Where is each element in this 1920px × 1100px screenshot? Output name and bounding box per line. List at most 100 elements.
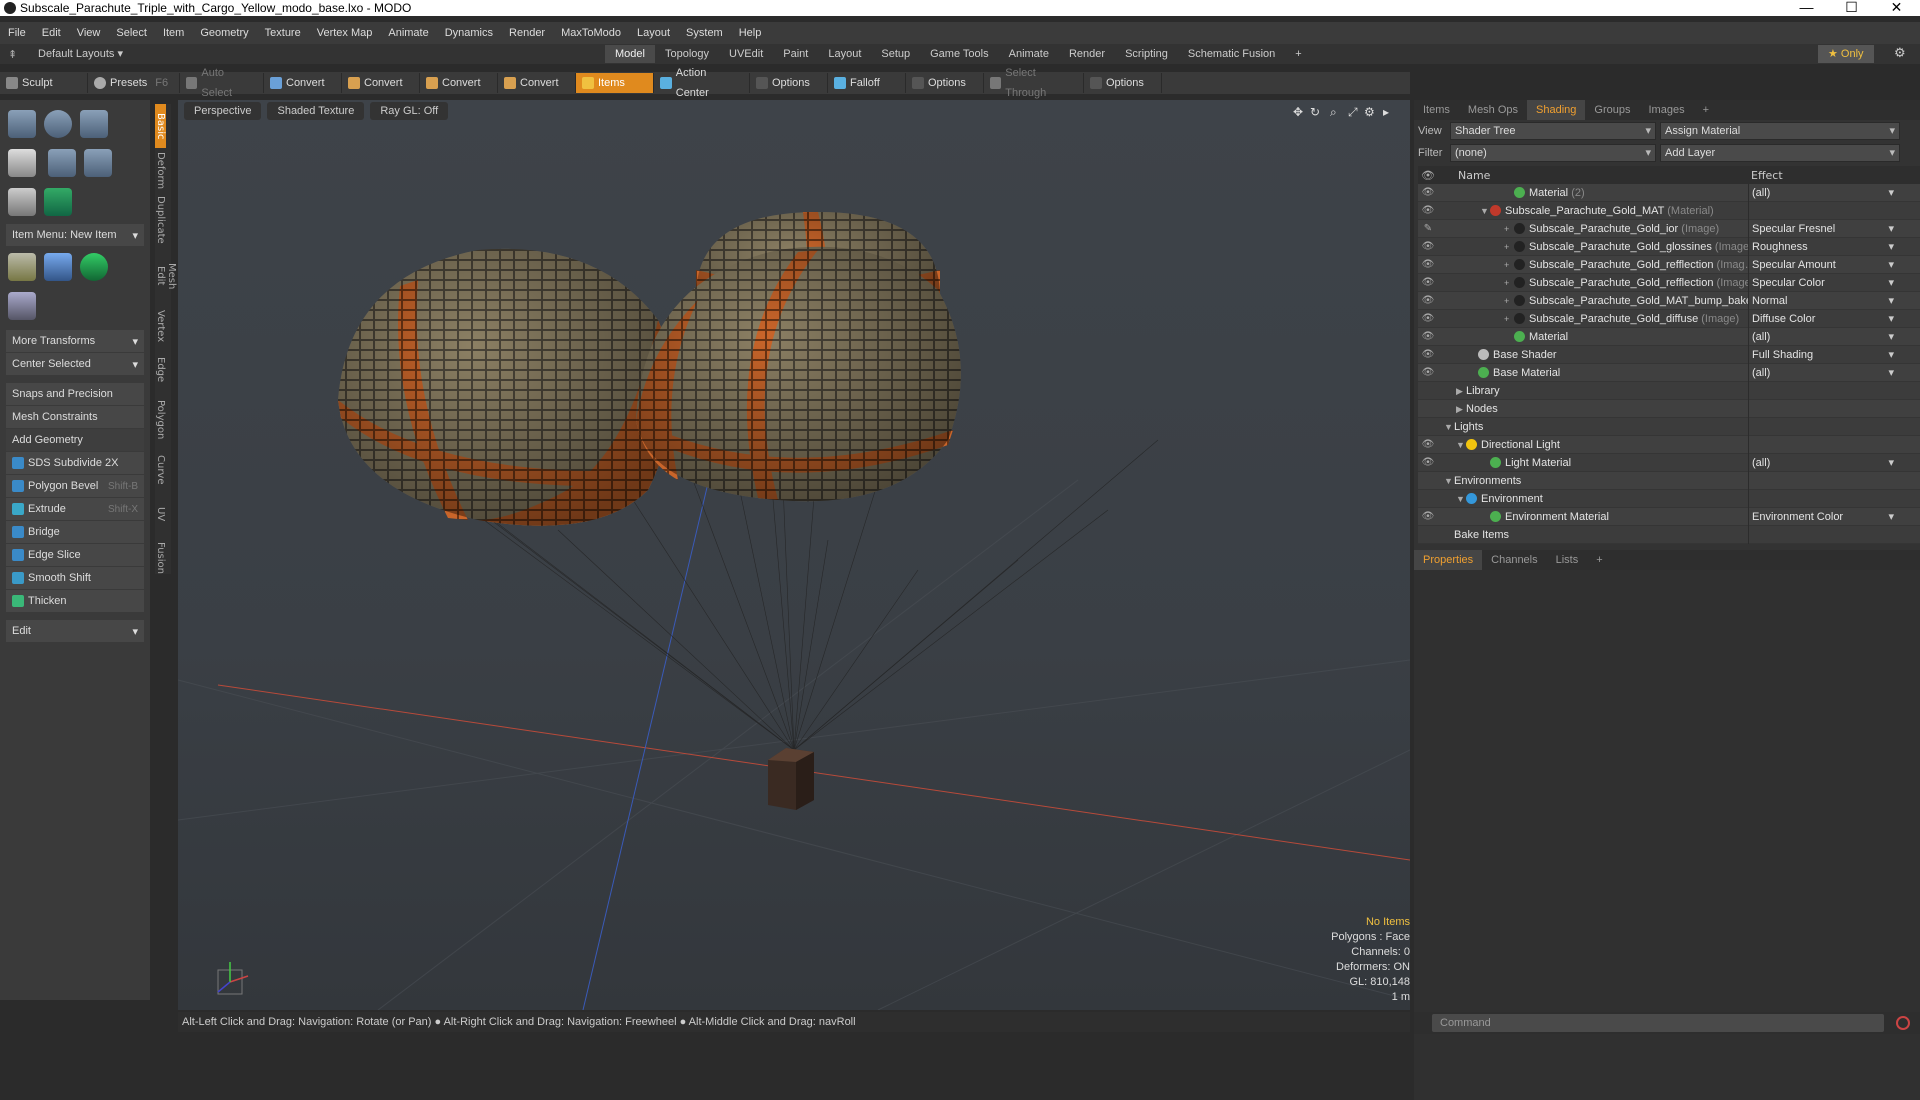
shader-tree-row[interactable]: 👁 Environment Material Environment Color [1418, 507, 1920, 526]
menu-dynamics[interactable]: Dynamics [437, 27, 501, 39]
tool-bridge[interactable]: Bridge [6, 521, 144, 543]
cube-icon[interactable] [8, 110, 36, 138]
visibility-toggle-icon[interactable]: 👁 [1418, 259, 1438, 270]
shader-tree-row[interactable]: 👁 Material (all) [1418, 327, 1920, 346]
toolbar-falloff-button[interactable]: Falloff [828, 73, 906, 93]
menu-select[interactable]: Select [108, 27, 155, 39]
shader-tree-row[interactable]: 👁 Base Material (all) [1418, 363, 1920, 382]
properties-tab-add[interactable]: + [1587, 550, 1611, 570]
presets-button[interactable]: Presets F6 [88, 73, 180, 93]
expand-toggle-icon[interactable]: ▼ [1444, 476, 1454, 486]
shader-tree-row[interactable]: 👁 + Subscale_Parachute_Gold_refflection (I… [1418, 273, 1920, 292]
add-geometry-header[interactable]: Add Geometry [6, 429, 144, 451]
visibility-toggle-icon[interactable]: 👁 [1418, 331, 1438, 342]
sphere-icon[interactable] [44, 110, 72, 138]
tool-polygon-bevel[interactable]: Polygon Bevel Shift-B [6, 475, 144, 497]
visibility-toggle-icon[interactable]: 👁 [1418, 295, 1438, 306]
orbit-icon[interactable]: ↻ [1310, 105, 1320, 119]
command-input[interactable]: Command [1432, 1014, 1884, 1032]
sculpt-button[interactable]: Sculpt [0, 73, 88, 93]
layout-tab-setup[interactable]: Setup [871, 45, 920, 63]
effect-column-header[interactable]: Effect [1748, 169, 1898, 182]
menu-vertex-map[interactable]: Vertex Map [309, 27, 381, 39]
toolbar-convert-button[interactable]: Convert [420, 73, 498, 93]
layout-arrow-icon[interactable]: ⇞ [8, 48, 20, 61]
layout-tab-topology[interactable]: Topology [655, 45, 719, 63]
center-selected-dropdown[interactable]: Center Selected ▾ [6, 353, 144, 375]
vtab-edge[interactable]: Edge [155, 348, 166, 392]
expand-toggle-icon[interactable]: + [1504, 242, 1514, 252]
layout-tab-uvedit[interactable]: UVEdit [719, 45, 773, 63]
shader-tree-row[interactable]: 👁 ▼ Directional Light [1418, 435, 1920, 454]
shader-tree-row[interactable]: 👁 Light Material (all) [1418, 453, 1920, 472]
edit-dropdown[interactable]: Edit ▾ [6, 620, 144, 642]
toolbar-action-center-button[interactable]: Action Center [654, 67, 750, 99]
shader-tree-row[interactable]: ✎ + Subscale_Parachute_Gold_ior (Image) Spe… [1418, 219, 1920, 238]
vtab-curve[interactable]: Curve [155, 448, 166, 492]
tool-thicken[interactable]: Thicken [6, 590, 144, 612]
cylinder-icon[interactable] [80, 110, 108, 138]
effect-dropdown[interactable]: (all) [1748, 363, 1898, 382]
shading-mode-button[interactable]: Shaded Texture [267, 102, 365, 120]
menu-layout[interactable]: Layout [629, 27, 678, 39]
assign-material-dropdown[interactable]: Assign Material [1660, 122, 1900, 140]
vtab-fusion[interactable]: Fusion [155, 536, 166, 580]
raygl-button[interactable]: Ray GL: Off [370, 102, 449, 120]
vtab-polygon[interactable]: Polygon [155, 392, 166, 448]
vtab-duplicate[interactable]: Duplicate [155, 192, 166, 248]
grid-icon[interactable] [44, 253, 72, 281]
tool-smooth-shift[interactable]: Smooth Shift [6, 567, 144, 589]
effect-dropdown[interactable]: Diffuse Color [1748, 309, 1898, 328]
layout-tab-animate[interactable]: Animate [999, 45, 1059, 63]
view-dropdown[interactable]: Shader Tree [1450, 122, 1656, 140]
menu-edit[interactable]: Edit [34, 27, 69, 39]
visibility-toggle-icon[interactable]: 👁 [1418, 439, 1438, 450]
expand-toggle-icon[interactable]: ▼ [1456, 440, 1466, 450]
layout-tab-scripting[interactable]: Scripting [1115, 45, 1178, 63]
shader-tree-row[interactable]: 👁 + Subscale_Parachute_Gold_refflection (I… [1418, 255, 1920, 274]
maximize-button[interactable]: ☐ [1829, 0, 1874, 16]
layout-tab-game-tools[interactable]: Game Tools [920, 45, 999, 63]
effect-dropdown[interactable] [1748, 201, 1898, 220]
toolbar-options-button[interactable]: Options [906, 73, 984, 93]
zoom-icon[interactable]: ⌕ [1330, 105, 1337, 119]
effect-dropdown[interactable]: Full Shading [1748, 345, 1898, 364]
menu-render[interactable]: Render [501, 27, 553, 39]
visibility-toggle-icon[interactable]: 👁 [1418, 349, 1438, 360]
close-button[interactable]: ✕ [1874, 0, 1919, 16]
expand-toggle-icon[interactable]: + [1504, 314, 1514, 324]
toolbar-auto-select-button[interactable]: Auto Select [180, 67, 264, 99]
effect-dropdown[interactable]: Normal [1748, 291, 1898, 310]
expand-toggle-icon[interactable]: ▼ [1456, 494, 1466, 504]
effect-dropdown[interactable] [1748, 489, 1898, 508]
shader-tree-row[interactable]: ▼Environments [1418, 471, 1920, 490]
effect-dropdown[interactable] [1748, 399, 1898, 418]
3d-viewport[interactable]: ✥ ↻ ⌕ ⤢ ⚙ ▸ [178, 100, 1410, 1010]
torus-icon[interactable] [47, 149, 76, 177]
vtab-basic[interactable]: Basic [155, 104, 166, 148]
menu-item[interactable]: Item [155, 27, 192, 39]
menu-help[interactable]: Help [731, 27, 770, 39]
name-column-header[interactable]: Name [1438, 169, 1748, 182]
toolbar-options-button[interactable]: Options [1084, 73, 1162, 93]
toolbar-select-through-button[interactable]: Select Through [984, 67, 1084, 99]
filter-dropdown[interactable]: (none) [1450, 144, 1656, 162]
visibility-toggle-icon[interactable]: 👁 [1418, 511, 1438, 522]
layout-tab-add[interactable]: + [1285, 45, 1311, 63]
layout-tab-schematic-fusion[interactable]: Schematic Fusion [1178, 45, 1285, 63]
record-icon[interactable] [1896, 1016, 1910, 1030]
shader-tree-row[interactable]: 👁 ▼ Subscale_Parachute_Gold_MAT (Material) [1418, 201, 1920, 220]
vtab-vertex[interactable]: Vertex [155, 304, 166, 348]
effect-dropdown[interactable] [1748, 525, 1898, 544]
shader-tree-row[interactable]: ▶ Library [1418, 381, 1920, 400]
vtab-uv[interactable]: UV [155, 492, 166, 536]
shader-tree-row[interactable]: 👁 Material (2) (all) [1418, 184, 1920, 202]
effect-dropdown[interactable]: Specular Fresnel [1748, 219, 1898, 238]
effect-dropdown[interactable]: (all) [1748, 453, 1898, 472]
menu-view[interactable]: View [69, 27, 109, 39]
expand-toggle-icon[interactable]: ▶ [1456, 404, 1466, 415]
visibility-toggle-icon[interactable]: 👁 [1418, 367, 1438, 378]
effect-dropdown[interactable]: (all) [1748, 184, 1898, 202]
fit-icon[interactable]: ⤢ [1347, 105, 1358, 119]
visibility-toggle-icon[interactable]: ✎ [1418, 223, 1438, 234]
